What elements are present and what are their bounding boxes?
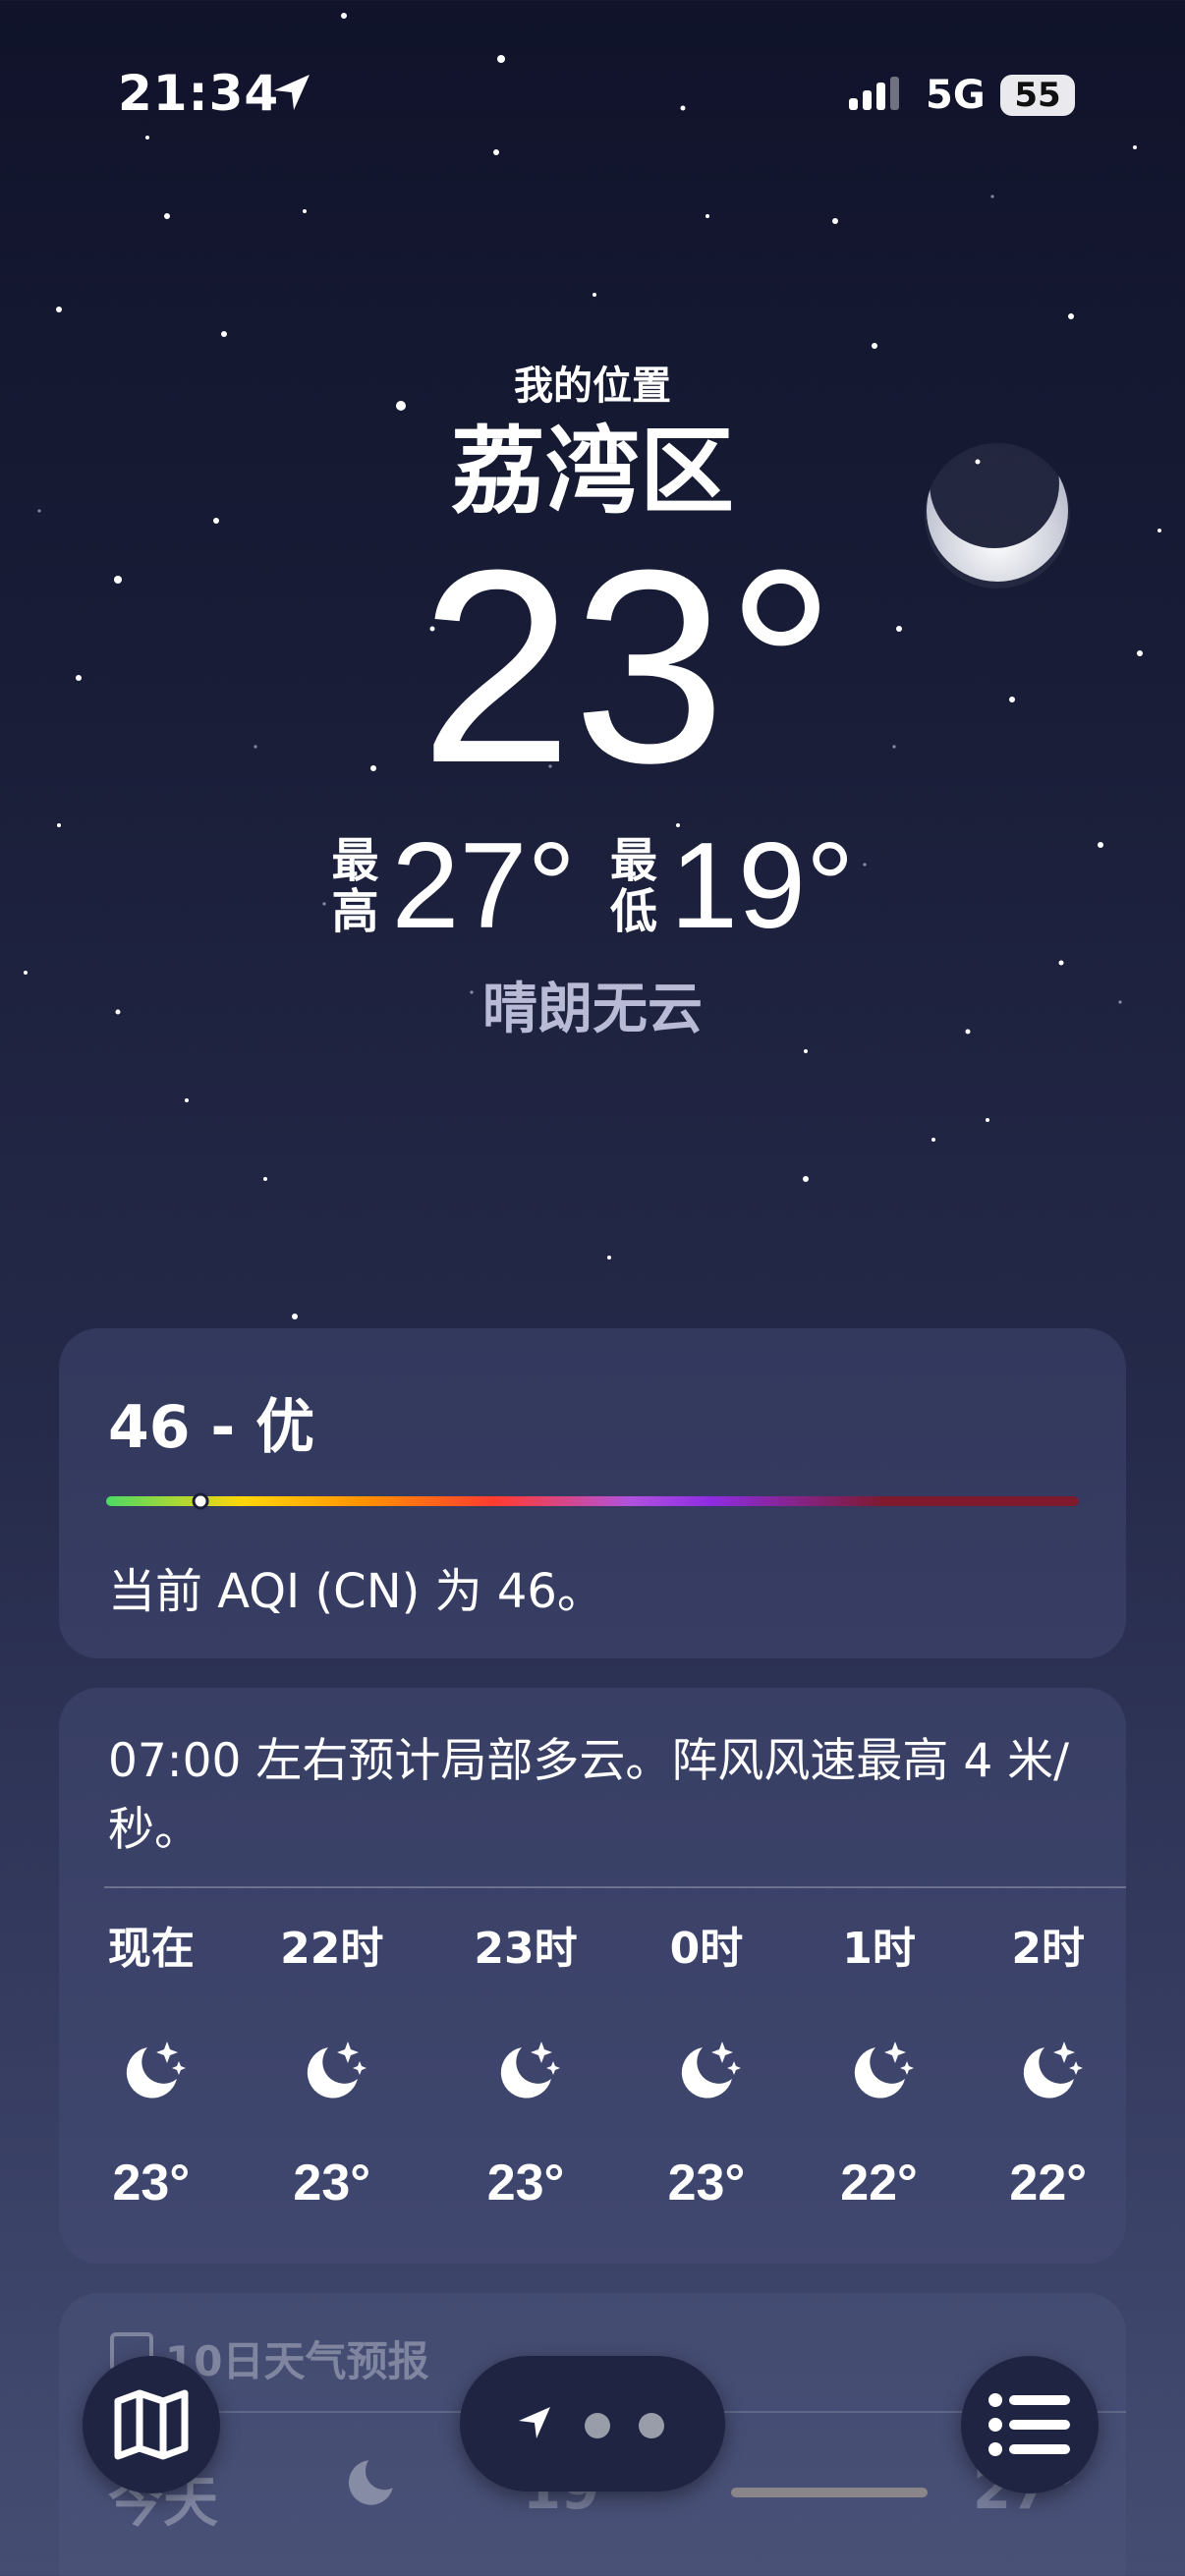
aqi-description: 当前 AQI (CN) 为 46。: [108, 1564, 604, 1619]
map-icon: [114, 2389, 189, 2460]
hour-label: 22时: [280, 1924, 384, 1974]
hour-label: 1时: [842, 1924, 916, 1974]
moon-stars-icon: [500, 2042, 561, 2099]
map-button[interactable]: [83, 2356, 220, 2493]
moon-stars-icon: [307, 2042, 367, 2099]
hour-label: 现在: [107, 1924, 195, 1974]
high-label: 最高: [331, 833, 379, 939]
location-arrow-icon: [274, 75, 310, 110]
hourly-item: 23时 23°: [427, 1920, 624, 2212]
forecast-title: 10日天气预报: [165, 2337, 429, 2385]
moon-stars-icon: [126, 2042, 186, 2099]
low-value: 19°: [670, 818, 855, 954]
high-temperature: 最高 27°: [330, 825, 576, 947]
low-temperature: 最低 19°: [609, 825, 855, 947]
location-list-button[interactable]: [961, 2356, 1099, 2493]
high-value: 27°: [391, 818, 576, 954]
hour-temperature: 23°: [486, 2155, 565, 2212]
hourly-item: 1时 22°: [781, 1920, 978, 2212]
page-indicator[interactable]: [460, 2356, 725, 2492]
hour-temperature: 22°: [840, 2155, 918, 2212]
location-arrow-icon: [519, 2407, 550, 2438]
low-label: 最低: [609, 833, 657, 939]
hourly-forecast-card[interactable]: 07:00 左右预计局部多云。阵风风速最高 4 米/秒。 现在 23° 22时 23°…: [59, 1688, 1126, 2264]
hour-temperature: 23°: [667, 2155, 746, 2212]
hour-temperature: 23°: [293, 2155, 371, 2212]
hourly-item: 0时 23°: [608, 1920, 805, 2212]
status-bar: 21:34 5G 55: [0, 0, 1185, 196]
signal-strength-icon: [849, 77, 899, 110]
hour-label: 0时: [669, 1924, 744, 1974]
hourly-item: 现在 23°: [53, 1920, 250, 2212]
page-dot[interactable]: [639, 2413, 664, 2438]
aqi-title: 46 - 优: [108, 1393, 315, 1462]
network-type: 5G: [926, 73, 986, 118]
weather-condition: 晴朗无云: [482, 978, 703, 1041]
current-temperature: 23°: [420, 514, 836, 820]
moon-stars-icon: [854, 2042, 914, 2099]
aqi-scale-bar: [106, 1492, 1079, 1510]
hour-label: 2时: [1011, 1924, 1086, 1974]
forecast-summary: 07:00 左右预计局部多云。阵风风速最高 4 米/秒。: [108, 1734, 1070, 1857]
status-time: 21:34: [118, 65, 280, 122]
moon-stars-icon: [1023, 2042, 1083, 2099]
air-quality-card[interactable]: 46 - 优 当前 AQI (CN) 为 46。: [59, 1328, 1126, 1658]
battery-indicator: 55: [1000, 75, 1075, 116]
page-dot[interactable]: [585, 2413, 610, 2438]
high-low-temperatures: 最高 27° 最低 19°: [0, 825, 1185, 947]
hour-label: 23时: [474, 1924, 578, 1974]
list-icon: [988, 2393, 1070, 2456]
divider: [104, 1886, 1126, 1888]
hourly-item: 22时 23°: [234, 1920, 430, 2212]
hour-temperature: 22°: [1009, 2155, 1088, 2212]
my-location-label: 我的位置: [514, 364, 671, 409]
city-name: 荔湾区: [451, 417, 734, 527]
moon-stars-icon: [348, 2460, 393, 2505]
moon-stars-icon: [681, 2042, 741, 2099]
hour-temperature: 23°: [112, 2155, 191, 2212]
hourly-item: 2时 22°: [950, 1920, 1147, 2212]
aqi-marker: [192, 1492, 209, 1510]
temperature-range-bar: [731, 2488, 928, 2497]
location-header: 我的位置 荔湾区 23°: [0, 354, 1185, 820]
